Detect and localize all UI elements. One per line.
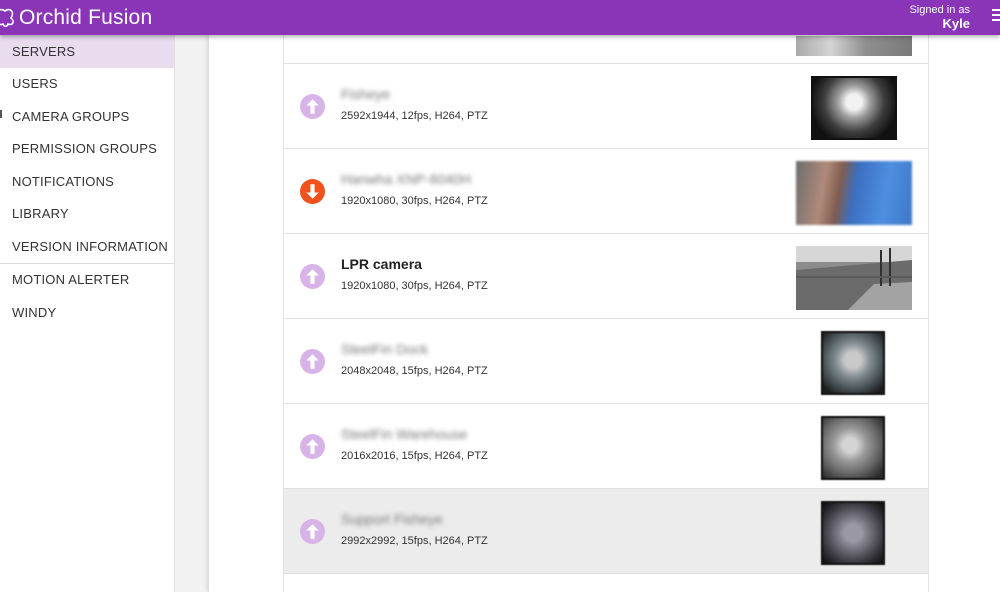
- camera-name: LPR camera: [341, 256, 422, 272]
- camera-specs: 2016x2016, 15fps, H264, PTZ: [341, 450, 488, 462]
- status-up-icon: [300, 94, 325, 119]
- signed-in-label: Signed in as: [909, 4, 970, 16]
- camera-name: Support Fisheye: [341, 511, 443, 527]
- status-up-icon: [300, 434, 325, 459]
- camera-name: SteelFin Warehouse: [341, 426, 468, 442]
- sidebar-item-notifications[interactable]: NOTIFICATIONS: [0, 165, 174, 198]
- status-up-icon: [300, 264, 325, 289]
- camera-row[interactable]: LPR camera 1920x1080, 30fps, H264, PTZ: [284, 234, 928, 319]
- camera-name: SteelFin Dock: [341, 341, 429, 357]
- camera-specs: 2048x2048, 15fps, H264, PTZ: [341, 365, 488, 377]
- signed-in-info: Signed in as Kyle: [909, 4, 970, 30]
- camera-thumbnail: [811, 76, 897, 140]
- sidebar-marker: [0, 110, 2, 118]
- camera-specs: 2592x1944, 12fps, H264, PTZ: [341, 110, 488, 122]
- camera-name: Fisheye: [341, 86, 391, 102]
- camera-row[interactable]: SteelFin Warehouse 2016x2016, 15fps, H26…: [284, 404, 928, 489]
- status-up-icon: [300, 519, 325, 544]
- status-up-icon: [300, 349, 325, 374]
- brand[interactable]: Orchid Fusion: [0, 4, 152, 32]
- camera-specs: 1920x1080, 30fps, H264, PTZ: [341, 280, 488, 292]
- camera-thumbnail: [821, 331, 885, 395]
- camera-thumbnail: [796, 161, 912, 225]
- camera-row[interactable]: Hanwha XNP-6040H 1920x1080, 30fps, H264,…: [284, 149, 928, 234]
- camera-row[interactable]: Fisheye 2592x1944, 12fps, H264, PTZ: [284, 64, 928, 149]
- camera-thumbnail: [821, 416, 885, 480]
- camera-row[interactable]: SteelFin Dock 2048x2048, 15fps, H264, PT…: [284, 319, 928, 404]
- brand-name: Orchid Fusion: [19, 6, 153, 29]
- menu-icon[interactable]: [992, 9, 1000, 25]
- sidebar-item-permission-groups[interactable]: PERMISSION GROUPS: [0, 133, 174, 166]
- camera-thumbnail: [821, 501, 885, 565]
- sidebar-item-camera-groups[interactable]: CAMERA GROUPS: [0, 100, 174, 133]
- camera-thumbnail: [796, 36, 912, 56]
- camera-thumbnail: [796, 246, 912, 310]
- user-name: Kyle: [942, 16, 970, 31]
- sidebar-item-version-information[interactable]: VERSION INFORMATION: [0, 230, 174, 263]
- camera-specs: 2992x2992, 15fps, H264, PTZ: [341, 535, 488, 547]
- camera-list[interactable]: Fisheye 2592x1944, 12fps, H264, PTZ Hanw…: [283, 0, 929, 592]
- camera-row[interactable]: Support Fisheye 2992x2992, 15fps, H264, …: [284, 489, 928, 574]
- camera-specs: 1920x1080, 30fps, H264, PTZ: [341, 195, 488, 207]
- status-down-icon: [300, 179, 325, 204]
- sidebar-item-servers[interactable]: SERVERS: [0, 35, 174, 68]
- sidebar-item-library[interactable]: LIBRARY: [0, 198, 174, 231]
- sidebar: SERVERS USERS CAMERA GROUPS PERMISSION G…: [0, 35, 175, 592]
- camera-name: Hanwha XNP-6040H: [341, 171, 471, 187]
- sidebar-item-users[interactable]: USERS: [0, 68, 174, 101]
- sidebar-item-motion-alerter[interactable]: MOTION ALERTER: [0, 264, 174, 297]
- orchid-logo-icon: [0, 8, 14, 28]
- app-header: Orchid Fusion Signed in as Kyle: [0, 0, 1000, 35]
- sidebar-item-windy[interactable]: WINDY: [0, 296, 174, 329]
